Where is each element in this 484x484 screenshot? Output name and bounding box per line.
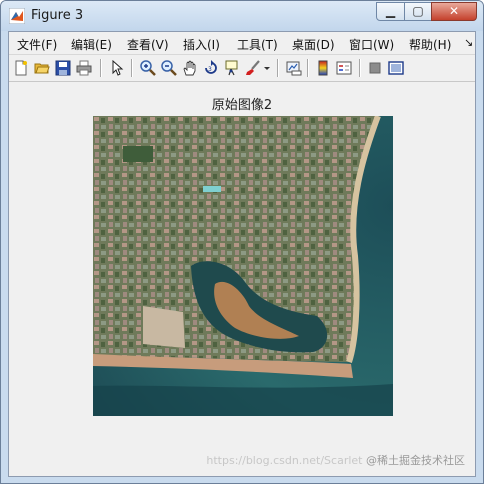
rotate-3d-icon[interactable]: 3 xyxy=(203,60,219,76)
toolbar-separator xyxy=(100,59,102,77)
menu-desktop[interactable]: 桌面(D) xyxy=(292,36,335,53)
legend-icon[interactable] xyxy=(336,60,352,76)
pointer-icon[interactable] xyxy=(109,60,125,76)
hide-plot-tools-icon[interactable] xyxy=(367,60,383,76)
title-bar[interactable]: Figure 3 ▁ ▢ ✕ xyxy=(1,1,483,31)
zoom-in-icon[interactable] xyxy=(140,60,156,76)
menu-edit[interactable]: 编辑(E) xyxy=(71,36,112,53)
menu-bar: 文件(F) 编辑(E) 查看(V) 插入(I) 工具(T) 桌面(D) 窗口(W… xyxy=(9,32,475,55)
close-button[interactable]: ✕ xyxy=(431,2,477,21)
new-figure-icon[interactable] xyxy=(13,60,29,76)
data-cursor-icon[interactable] xyxy=(224,60,240,76)
plot-title: 原始图像2 xyxy=(211,98,273,113)
open-file-icon[interactable] xyxy=(34,60,50,76)
watermark-url: https://blog.csdn.net/Scarlet xyxy=(206,454,363,467)
menu-insert[interactable]: 插入(I) xyxy=(183,36,220,53)
minimize-icon: ▁ xyxy=(385,4,396,18)
link-plot-icon[interactable] xyxy=(286,60,302,76)
satellite-image xyxy=(93,116,393,416)
figure-window: Figure 3 ▁ ▢ ✕ 文件(F) 编辑(E) 查看(V) 插入(I) 工… xyxy=(0,0,484,484)
minimize-button[interactable]: ▁ xyxy=(376,2,405,21)
menu-view[interactable]: 查看(V) xyxy=(127,36,169,53)
watermark: https://blog.csdn.net/Scarlet @稀土掘金技术社区 xyxy=(206,452,465,468)
figure-client-area: 文件(F) 编辑(E) 查看(V) 插入(I) 工具(T) 桌面(D) 窗口(W… xyxy=(8,31,476,477)
window-title: Figure 3 xyxy=(31,8,84,23)
show-plot-tools-icon[interactable] xyxy=(388,60,404,76)
print-icon[interactable] xyxy=(76,60,92,76)
save-icon[interactable] xyxy=(55,60,71,76)
pan-hand-icon[interactable] xyxy=(182,60,198,76)
toolbar-separator xyxy=(131,59,133,77)
menu-file[interactable]: 文件(F) xyxy=(17,36,57,53)
satellite-image-graphic xyxy=(93,116,393,416)
menu-window[interactable]: 窗口(W) xyxy=(349,36,394,53)
zoom-out-icon[interactable] xyxy=(161,60,177,76)
menu-help[interactable]: 帮助(H) xyxy=(409,36,451,53)
toolbar-separator xyxy=(359,59,361,77)
figure-toolbar: 3 xyxy=(9,55,475,82)
menu-overflow-icon[interactable]: ↘ xyxy=(464,36,473,49)
brush-dropdown-icon[interactable] xyxy=(263,60,271,76)
brush-icon[interactable] xyxy=(245,60,261,76)
watermark-badge: @稀土掘金技术社区 xyxy=(366,454,465,467)
colorbar-icon[interactable] xyxy=(315,60,331,76)
menu-tools[interactable]: 工具(T) xyxy=(237,36,278,53)
maximize-button[interactable]: ▢ xyxy=(404,2,432,21)
toolbar-separator xyxy=(307,59,309,77)
close-icon: ✕ xyxy=(448,4,460,18)
toolbar-separator xyxy=(277,59,279,77)
matlab-logo-icon xyxy=(9,8,25,24)
maximize-icon: ▢ xyxy=(412,4,424,18)
svg-text:3: 3 xyxy=(208,66,212,73)
